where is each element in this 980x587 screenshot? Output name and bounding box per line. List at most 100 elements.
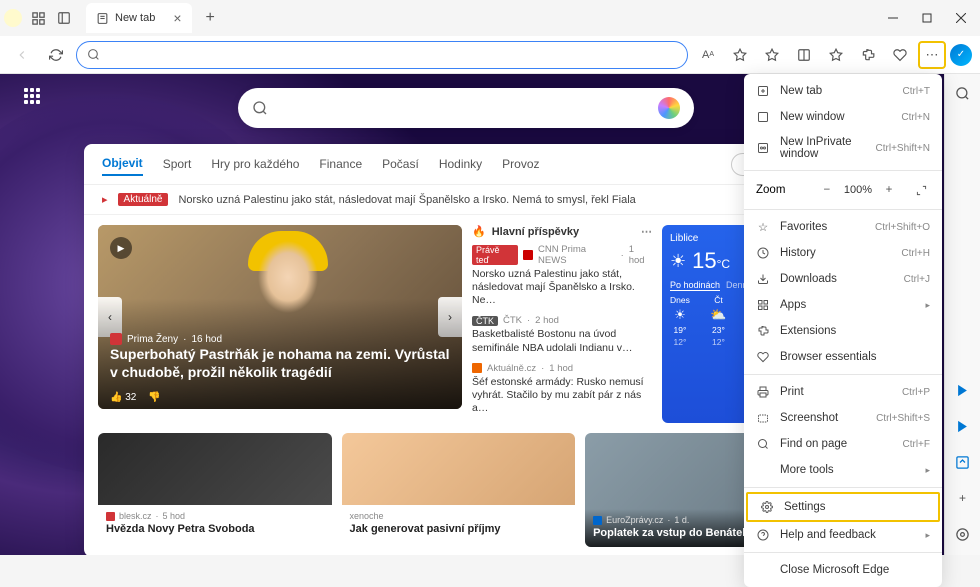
close-window-button[interactable] — [946, 3, 976, 33]
tab-page-icon — [96, 12, 109, 25]
weather-tab-hourly[interactable]: Po hodinách — [670, 280, 720, 291]
forecast-day: Čt⛅23°12° — [710, 295, 726, 347]
titlebar: New tab × + — [0, 0, 980, 36]
menu-favorites[interactable]: ☆ Favorites Ctrl+Shift+O — [744, 214, 942, 240]
workspaces-icon[interactable] — [28, 8, 48, 28]
main-story-card[interactable]: ▶ ‹ › Prima Ženy · 16 hod Superbohatý Pa… — [98, 225, 462, 409]
read-aloud-icon[interactable] — [726, 41, 754, 69]
menu-screenshot[interactable]: Screenshot Ctrl+Shift+S — [744, 405, 942, 431]
news-card[interactable]: xenoche Jak generovat pasivní příjmy — [342, 433, 576, 547]
extensions-toolbar-icon[interactable] — [854, 41, 882, 69]
dislike-button[interactable]: 👎 — [148, 392, 160, 403]
feed-tab-finance[interactable]: Finance — [319, 153, 362, 175]
favorites-icon[interactable] — [758, 41, 786, 69]
top-story-item[interactable]: Aktuálně.cz·1 hod Šéf estonské armády: R… — [472, 363, 652, 415]
top-story-item[interactable]: Právě teďCNN Prima NEWS·1 hod Norsko uzn… — [472, 244, 652, 307]
new-tab-button[interactable]: + — [206, 9, 215, 27]
new-window-icon — [756, 110, 770, 124]
address-bar[interactable] — [76, 41, 688, 69]
story-title: Superbohatý Pastrňák je nohama na zemi. … — [110, 345, 450, 381]
ntp-search-box[interactable] — [238, 88, 694, 128]
fire-icon: 🔥 — [472, 225, 486, 238]
like-button[interactable]: 👍 32 — [110, 392, 136, 403]
menu-shortcut: Ctrl+H — [901, 248, 930, 259]
menu-apps[interactable]: Apps ▸ — [744, 292, 942, 318]
menu-help[interactable]: Help and feedback ▸ — [744, 522, 942, 548]
more-menu-button[interactable]: ⋯ — [641, 225, 652, 238]
menu-label: Print — [780, 386, 892, 398]
feed-tab-games[interactable]: Hry pro každého — [211, 153, 299, 175]
menu-label: Favorites — [780, 221, 865, 233]
menu-label: Apps — [780, 299, 915, 311]
profile-avatar[interactable] — [4, 9, 22, 27]
menu-label: New InPrivate window — [780, 136, 866, 160]
split-screen-icon[interactable] — [790, 41, 818, 69]
tab-close-button[interactable]: × — [173, 10, 181, 26]
back-button[interactable] — [8, 41, 36, 69]
ntp-search-input[interactable] — [278, 101, 648, 116]
ticker-text: Norsko uzná Palestinu jako stát, následo… — [178, 194, 635, 206]
menu-downloads[interactable]: Downloads Ctrl+J — [744, 266, 942, 292]
feed-tab-traffic[interactable]: Provoz — [502, 153, 539, 175]
apps-launcher[interactable] — [24, 88, 48, 112]
collections-icon[interactable] — [822, 41, 850, 69]
new-tab-icon — [756, 84, 770, 98]
menu-more-tools[interactable]: More tools ▸ — [744, 457, 942, 483]
feed-tab-discover[interactable]: Objevit — [102, 152, 143, 176]
menu-extensions[interactable]: Extensions — [744, 318, 942, 344]
ticker-badge: Aktuálně — [118, 193, 169, 206]
download-icon — [756, 272, 770, 286]
menu-history[interactable]: History Ctrl+H — [744, 240, 942, 266]
menu-new-tab[interactable]: New tab Ctrl+T — [744, 78, 942, 104]
zoom-out-button[interactable]: − — [818, 181, 836, 199]
zoom-in-button[interactable]: + — [880, 181, 898, 199]
menu-label: Extensions — [780, 325, 930, 337]
sidebar-add-icon[interactable]: + — [952, 487, 974, 509]
apps-icon — [756, 298, 770, 312]
copilot-gem-icon[interactable] — [658, 97, 680, 119]
sidebar-play-icon-2[interactable] — [952, 415, 974, 437]
menu-shortcut: Ctrl+Shift+S — [876, 413, 930, 424]
menu-button[interactable]: ⋯ — [918, 41, 946, 69]
minimize-button[interactable] — [878, 3, 908, 33]
menu-print[interactable]: Print Ctrl+P — [744, 379, 942, 405]
search-icon — [87, 48, 100, 61]
menu-new-inprivate[interactable]: New InPrivate window Ctrl+Shift+N — [744, 130, 942, 166]
menu-shortcut: Ctrl+P — [902, 387, 930, 398]
fullscreen-button[interactable] — [912, 181, 930, 199]
news-card[interactable]: blesk.cz·5 hod Hvězda Novy Petra Svoboda — [98, 433, 332, 547]
feed-tab-watch[interactable]: Hodinky — [439, 153, 482, 175]
card-title: Hvězda Novy Petra Svoboda — [106, 523, 324, 537]
feed-tab-weather[interactable]: Počasí — [382, 153, 419, 175]
menu-new-window[interactable]: New window Ctrl+N — [744, 104, 942, 130]
forecast-day: Dnes☀19°12° — [670, 295, 690, 347]
source-logo — [593, 516, 602, 525]
story-source: Prima Ženy · 16 hod — [110, 333, 222, 345]
menu-label: Downloads — [780, 273, 894, 285]
story-title: Šéf estonské armády: Rusko nemusí vyhrát… — [472, 376, 652, 415]
menu-browser-essentials[interactable]: Browser essentials — [744, 344, 942, 370]
menu-shortcut: Ctrl+Shift+O — [875, 222, 930, 233]
browser-essentials-icon[interactable] — [886, 41, 914, 69]
menu-close-edge[interactable]: Close Microsoft Edge — [744, 557, 942, 583]
top-stories-column: 🔥 Hlavní příspěvky ⋯ Právě teďCNN Prima … — [472, 225, 652, 423]
vertical-tabs-icon[interactable] — [54, 8, 74, 28]
sidebar-expand-icon[interactable] — [952, 451, 974, 473]
menu-label: Close Microsoft Edge — [780, 564, 930, 576]
address-input[interactable] — [108, 48, 677, 62]
sidebar-settings-icon[interactable] — [952, 523, 974, 545]
sidebar-play-icon[interactable] — [952, 379, 974, 401]
menu-find[interactable]: Find on page Ctrl+F — [744, 431, 942, 457]
sidebar-search-icon[interactable] — [952, 82, 974, 104]
chevron-right-icon: ▸ — [925, 530, 930, 541]
top-story-item[interactable]: ČTKČTK·2 hod Basketbalisté Bostonu na úv… — [472, 315, 652, 354]
feed-tab-sport[interactable]: Sport — [163, 153, 192, 175]
maximize-button[interactable] — [912, 3, 942, 33]
refresh-button[interactable] — [42, 41, 70, 69]
copilot-icon[interactable]: ✓ — [950, 44, 972, 66]
menu-settings[interactable]: Settings — [746, 492, 940, 522]
reading-mode-icon[interactable]: AA — [694, 41, 722, 69]
source-logo — [110, 333, 122, 345]
story-title: Norsko uzná Palestinu jako stát, následo… — [472, 268, 652, 307]
browser-tab[interactable]: New tab × — [86, 3, 192, 33]
